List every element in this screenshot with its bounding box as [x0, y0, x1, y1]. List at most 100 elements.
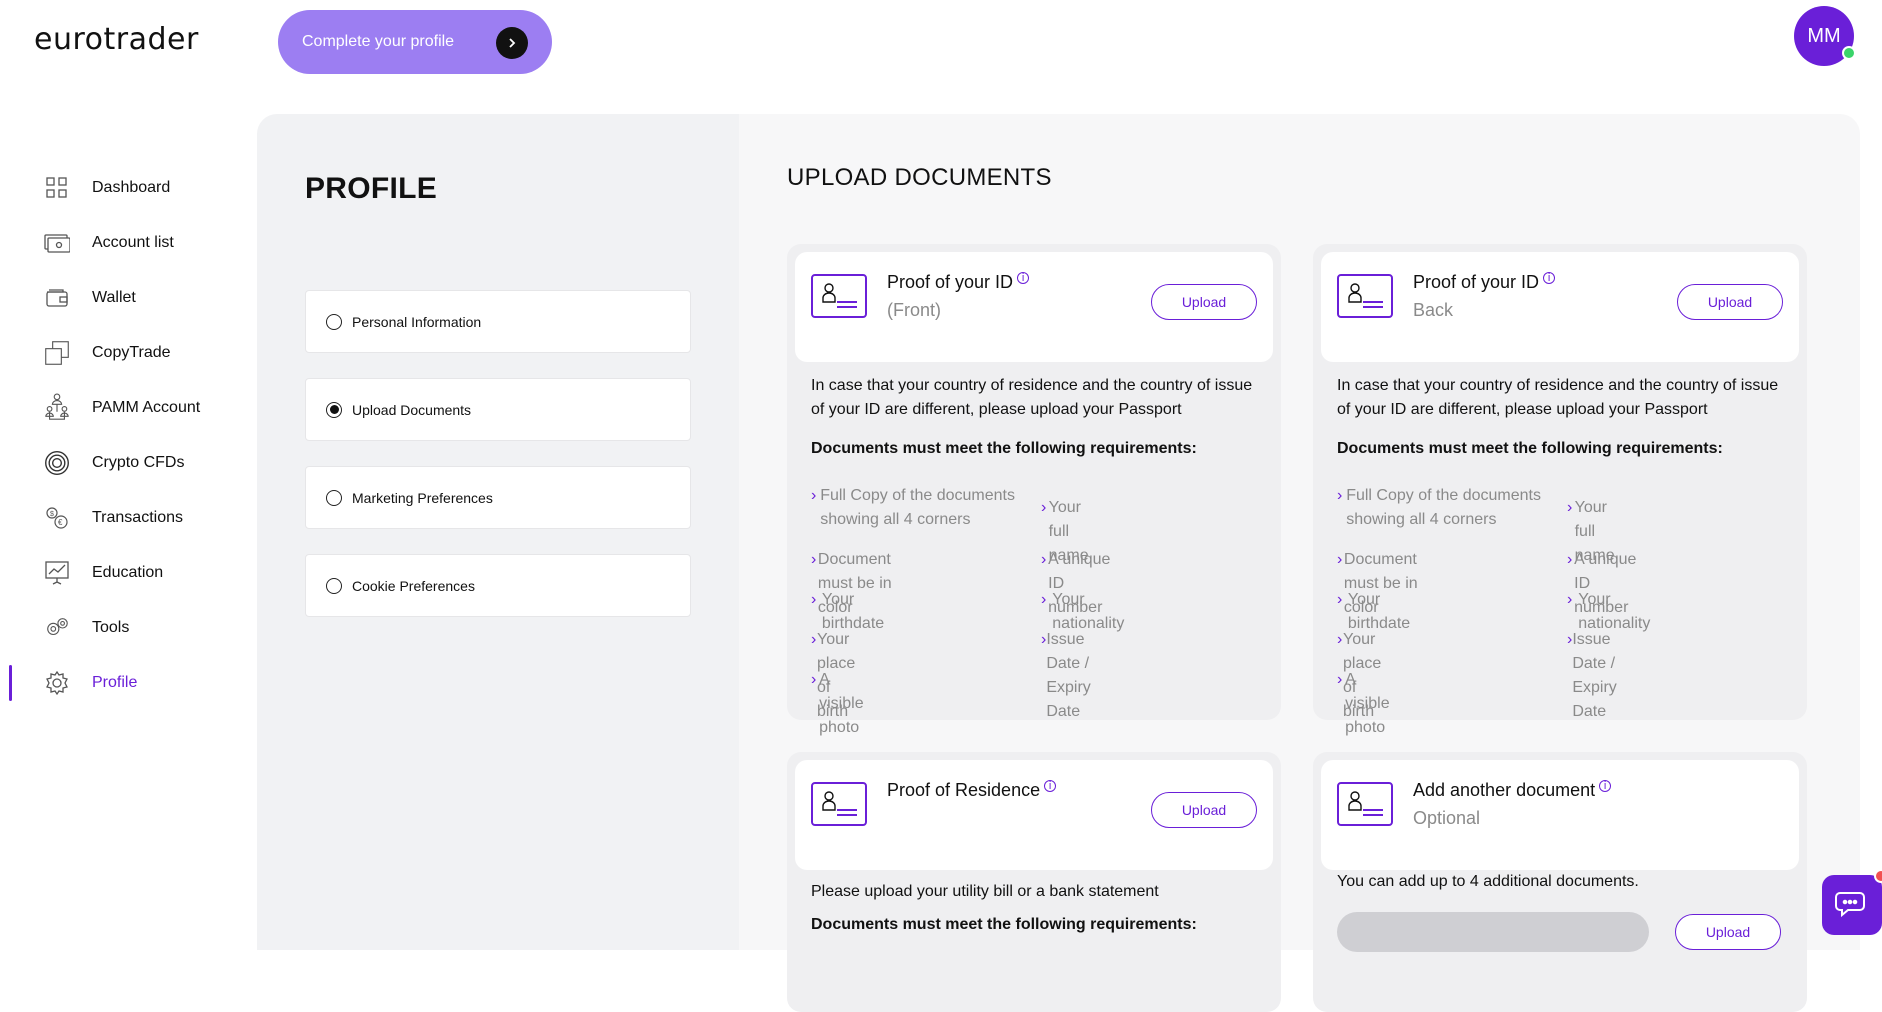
sidebar-item-label: Account list	[92, 233, 174, 251]
sidebar-item-pamm-account[interactable]: PAMM Account	[0, 380, 240, 435]
add-another-document-card: Add another document i Optional You can a…	[1313, 752, 1807, 1012]
option-marketing-preferences[interactable]: Marketing Preferences	[305, 466, 691, 529]
accounts-icon	[44, 230, 70, 256]
option-label: Marketing Preferences	[352, 489, 493, 506]
radio-button[interactable]	[326, 489, 342, 506]
upload-id-back-button[interactable]: Upload	[1677, 284, 1783, 320]
sidebar-item-label: Wallet	[92, 288, 136, 306]
card-header: Add another document i Optional	[1321, 760, 1799, 870]
sidebar-item-wallet[interactable]: Wallet	[0, 270, 240, 325]
eurotrader-logo[interactable]: eurotrader	[34, 22, 199, 57]
sidebar-item-education[interactable]: Education	[0, 545, 240, 600]
upload-id-front-button[interactable]: Upload	[1151, 284, 1257, 320]
option-cookie-preferences[interactable]: Cookie Preferences	[305, 554, 691, 617]
svg-text:$: $	[50, 511, 54, 518]
card-description: In case that your country of residence a…	[811, 377, 1253, 418]
id-card-icon	[811, 274, 867, 318]
info-icon[interactable]: i	[1599, 780, 1612, 792]
grid-icon	[44, 175, 70, 201]
id-card-icon	[1337, 274, 1393, 318]
option-label: Cookie Preferences	[352, 577, 475, 594]
tools-icon	[44, 615, 70, 641]
svg-text:€: €	[58, 518, 63, 527]
sidebar-item-label: Dashboard	[92, 178, 171, 196]
section-title: UPLOAD DOCUMENTS	[787, 164, 1052, 191]
id-card-icon	[811, 782, 867, 826]
chevron-right-icon: ›	[1337, 487, 1343, 504]
card-subtitle: (Front)	[887, 300, 941, 320]
proof-of-residence-card: Proof of Residence i Upload Please upload…	[787, 752, 1281, 1012]
card-subtitle: Optional	[1413, 808, 1481, 828]
option-upload-documents[interactable]: Upload Documents	[305, 378, 691, 441]
sidebar-item-tools[interactable]: Tools	[0, 600, 240, 655]
complete-profile-label: Complete your profile	[302, 33, 455, 50]
list-item: › Issue Date / Expiry Date	[1567, 628, 1627, 724]
chat-icon	[1835, 892, 1865, 918]
sidebar-item-account-list[interactable]: Account list	[0, 215, 240, 270]
chevron-right-icon: ›	[811, 671, 817, 688]
option-label: Personal Information	[352, 313, 482, 330]
id-card-icon	[1337, 782, 1393, 826]
sidebar-item-dashboard[interactable]: Dashboard	[0, 160, 240, 215]
radio-button-selected[interactable]	[326, 401, 342, 418]
list-item: › Issue Date / Expiry Date	[1041, 628, 1101, 724]
sidebar-item-transactions[interactable]: $ € Transactions	[0, 490, 240, 545]
list-item: › Full Copy of the documents showing all …	[1337, 484, 1547, 532]
sidebar-item-label: Crypto CFDs	[92, 453, 185, 471]
radio-button[interactable]	[326, 577, 342, 594]
upload-residence-button[interactable]: Upload	[1151, 792, 1257, 828]
card-title: Proof of your ID i	[887, 272, 1030, 293]
upload-documents-panel: UPLOAD DOCUMENTS Proof of your ID i (Fron…	[739, 114, 1860, 1012]
complete-profile-button[interactable]: Complete your profile	[278, 10, 552, 74]
card-title: Add another document i	[1413, 780, 1612, 801]
sidebar-item-label: Tools	[92, 618, 130, 636]
info-icon[interactable]: i	[1044, 780, 1057, 792]
proof-of-id-front-card: Proof of your ID i (Front) Upload In case…	[787, 244, 1281, 736]
sidebar-item-copytrade[interactable]: CopyTrade	[0, 325, 240, 380]
chevron-right-icon	[496, 27, 528, 59]
sidebar-item-label: CopyTrade	[92, 343, 171, 361]
list-item: › A visible photo	[1337, 668, 1397, 740]
requirements-title: Documents must meet the following requir…	[811, 440, 1197, 457]
requirements-title: Documents must meet the following requir…	[811, 916, 1197, 933]
chevron-right-icon: ›	[1337, 671, 1343, 688]
page-title: PROFILE	[305, 172, 438, 205]
card-description: You can add up to 4 additional documents…	[1337, 873, 1639, 890]
sidebar-item-label: Profile	[92, 673, 138, 691]
info-icon[interactable]: i	[1017, 272, 1030, 284]
radio-button[interactable]	[326, 313, 342, 330]
online-status-icon	[1842, 46, 1856, 60]
education-icon	[44, 560, 70, 586]
chat-widget-button[interactable]	[1822, 869, 1882, 935]
upload-additional-button[interactable]: Upload	[1675, 914, 1781, 950]
proof-of-id-back-card: Proof of your ID i Back Upload In case th…	[1313, 244, 1807, 736]
user-avatar[interactable]: MM	[1794, 6, 1856, 66]
pamm-icon	[44, 393, 70, 421]
document-name-input[interactable]	[1337, 912, 1649, 952]
sidebar-item-label: Education	[92, 563, 164, 581]
info-icon[interactable]: i	[1543, 272, 1556, 284]
notification-dot-icon	[1874, 869, 1882, 883]
card-header: Proof of Residence i Upload	[795, 760, 1273, 870]
card-description: In case that your country of residence a…	[1337, 377, 1779, 418]
transactions-icon: $ €	[44, 505, 70, 531]
profile-menu-panel: PROFILE Personal Information Upload Docu…	[257, 114, 739, 950]
sidebar-item-profile[interactable]: Profile	[0, 655, 240, 710]
wallet-icon	[44, 285, 70, 311]
card-header: Proof of your ID i Back Upload	[1321, 252, 1799, 362]
card-title: Proof of Residence i	[887, 780, 1057, 801]
list-item: › A visible photo	[811, 668, 871, 740]
sidebar-item-crypto-cfds[interactable]: Crypto CFDs	[0, 435, 240, 490]
option-label: Upload Documents	[352, 401, 472, 418]
card-header: Proof of your ID i (Front) Upload	[795, 252, 1273, 362]
option-personal-information[interactable]: Personal Information	[305, 290, 691, 353]
avatar-initials: MM	[1807, 24, 1841, 47]
copy-icon	[44, 340, 70, 366]
sidebar-item-label: Transactions	[92, 508, 183, 526]
sidebar-nav: Dashboard Account list Wallet CopyTrade …	[0, 160, 240, 710]
card-subtitle: Back	[1413, 300, 1454, 320]
sidebar-item-label: PAMM Account	[92, 398, 201, 416]
crypto-icon	[44, 450, 70, 476]
gear-icon	[44, 670, 70, 696]
card-title: Proof of your ID i	[1413, 272, 1556, 293]
